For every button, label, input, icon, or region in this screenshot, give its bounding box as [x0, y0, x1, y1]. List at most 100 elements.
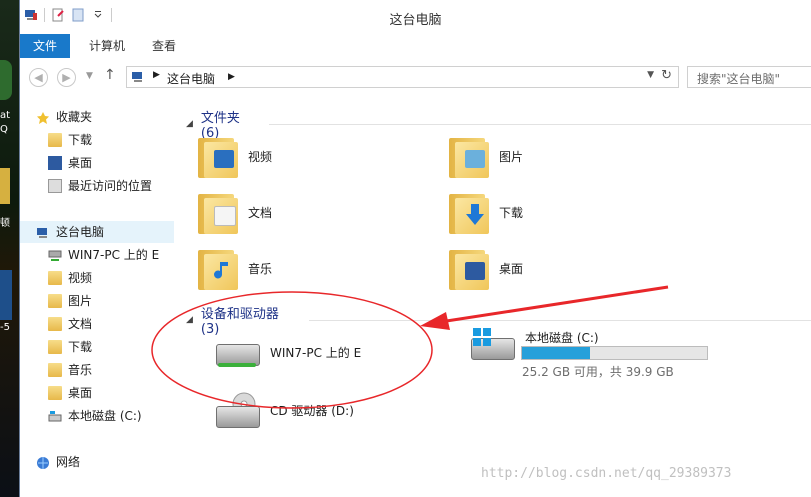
- desktop-folder-icon: [449, 246, 489, 290]
- folder-videos[interactable]: 视频: [198, 134, 272, 178]
- network-drive-label: WIN7-PC 上的 E: [270, 345, 362, 360]
- tab-file[interactable]: 文件: [20, 34, 71, 58]
- local-disk-icon: [469, 328, 515, 364]
- pictures-folder-icon: [449, 134, 489, 178]
- recent-locations-icon[interactable]: ▼: [86, 71, 93, 81]
- divider: [268, 123, 811, 125]
- divider: [308, 319, 811, 321]
- search-input[interactable]: 搜索"这台电脑": [687, 66, 811, 88]
- downloads-folder-icon: [48, 133, 62, 147]
- sidebar-item-downloads-pc[interactable]: 下载: [48, 336, 92, 358]
- disk-free-text: 25.2 GB 可用，共 39.9 GB: [522, 365, 674, 379]
- music-folder-icon: [48, 363, 62, 377]
- folder-label: 视频: [248, 149, 273, 164]
- sidebar-item-label: 下载: [68, 340, 93, 354]
- sidebar-item-music[interactable]: 音乐: [48, 359, 92, 381]
- cd-drive-icon: [214, 392, 260, 428]
- devices-header-label: 设备和驱动器 (3): [200, 307, 279, 337]
- folder-pictures[interactable]: 图片: [449, 134, 523, 178]
- sidebar-item-label: 网络: [56, 455, 81, 469]
- folder-desktop[interactable]: 桌面: [449, 246, 523, 290]
- forward-button[interactable]: ▶: [57, 68, 76, 87]
- desktop-text: Q: [0, 124, 8, 135]
- title-bar: 这台电脑: [20, 0, 811, 34]
- desktop-text: at: [0, 110, 11, 121]
- sidebar-item-recent[interactable]: 最近访问的位置: [48, 175, 152, 197]
- ribbon-tabs: 文件 计算机 查看: [20, 34, 811, 59]
- desktop-icon: [0, 168, 10, 204]
- sidebar-item-label: 文档: [68, 317, 93, 331]
- computer-icon: [131, 70, 147, 87]
- recent-places-icon: [48, 179, 62, 193]
- cd-drive-item[interactable]: CD 驱动器 (D:): [214, 392, 354, 428]
- folder-label: 桌面: [499, 261, 524, 276]
- chevron-right-icon[interactable]: ▶: [153, 70, 160, 80]
- downloads-folder-icon: [449, 190, 489, 234]
- navigation-bar: ◀ ▶ ▼ ↑ ▶ 这台电脑 ▶ ▼ ↻ 搜索"这台电脑": [20, 58, 811, 96]
- breadcrumb[interactable]: 这台电脑: [167, 70, 215, 87]
- navigation-pane: 收藏夹 下载 桌面 最近访问的位置 这台电脑 WIN7-PC 上的 E 视频 图…: [20, 96, 174, 497]
- sidebar-item-network[interactable]: 网络: [36, 451, 80, 473]
- music-folder-icon: [198, 246, 238, 290]
- back-button[interactable]: ◀: [29, 68, 48, 87]
- desktop-icon: [0, 60, 12, 100]
- desktop-text: -5: [0, 322, 10, 333]
- sidebar-item-label: 下载: [68, 133, 93, 147]
- refresh-icon[interactable]: ↻: [661, 68, 672, 83]
- sidebar-item-label: 视频: [68, 271, 93, 285]
- sidebar-item-label: 图片: [68, 294, 93, 308]
- local-disk-label: 本地磁盘 (C:): [525, 330, 599, 345]
- sidebar-item-label: 桌面: [68, 156, 93, 170]
- address-bar[interactable]: ▶ 这台电脑 ▶ ▼ ↻: [126, 66, 679, 88]
- chevron-right-icon[interactable]: ▶: [228, 72, 235, 82]
- sidebar-item-local-disk[interactable]: 本地磁盘 (C:): [48, 405, 142, 427]
- sidebar-item-label: 桌面: [68, 386, 93, 400]
- sidebar-item-downloads[interactable]: 下载: [48, 129, 92, 151]
- watermark: http://blog.csdn.net/qq_29389373: [481, 466, 732, 481]
- network-drive-item[interactable]: WIN7-PC 上的 E: [214, 334, 361, 370]
- sidebar-item-network-drive[interactable]: WIN7-PC 上的 E: [48, 244, 159, 266]
- collapse-icon[interactable]: ◢: [186, 119, 193, 129]
- computer-icon: [36, 225, 50, 239]
- sidebar-item-label: 收藏夹: [56, 110, 93, 124]
- desktop-strip: at Q 顿 -5: [0, 0, 19, 497]
- sidebar-item-label: 本地磁盘 (C:): [68, 409, 142, 423]
- sidebar-item-favorites[interactable]: 收藏夹: [36, 106, 92, 128]
- network-drive-icon: [214, 334, 260, 370]
- up-arrow-icon[interactable]: ↑: [104, 67, 116, 83]
- desktop-text: 顿: [0, 218, 10, 229]
- pictures-folder-icon: [48, 294, 62, 308]
- network-icon: [36, 455, 50, 469]
- star-icon: [36, 110, 50, 124]
- content-pane: ◢ 文件夹 (6) 视频 图片 文档 下载 音乐 桌面 ◢ 设备和驱动器 (3)…: [174, 96, 811, 497]
- videos-folder-icon: [198, 134, 238, 178]
- sidebar-item-desktop[interactable]: 桌面: [48, 152, 92, 174]
- folder-label: 下载: [499, 205, 524, 220]
- disk-usage-fill: [522, 347, 591, 359]
- desktop-icon: [0, 270, 12, 320]
- sidebar-item-pictures[interactable]: 图片: [48, 290, 92, 312]
- local-disk-icon: [48, 409, 62, 423]
- sidebar-item-desktop-pc[interactable]: 桌面: [48, 382, 92, 404]
- videos-folder-icon: [48, 271, 62, 285]
- sidebar-item-videos[interactable]: 视频: [48, 267, 92, 289]
- tab-computer[interactable]: 计算机: [76, 34, 138, 58]
- folder-music[interactable]: 音乐: [198, 246, 272, 290]
- network-drive-icon: [48, 248, 62, 262]
- sidebar-item-label: 这台电脑: [56, 225, 105, 239]
- folder-documents[interactable]: 文档: [198, 190, 272, 234]
- documents-folder-icon: [198, 190, 238, 234]
- tab-view[interactable]: 查看: [139, 34, 189, 58]
- disk-usage-bar: [521, 346, 708, 360]
- folder-label: 音乐: [248, 261, 273, 276]
- folder-label: 文档: [248, 205, 273, 220]
- sidebar-item-this-pc[interactable]: 这台电脑: [20, 221, 174, 243]
- desktop-folder-icon: [48, 386, 62, 400]
- window-title: 这台电脑: [389, 13, 442, 28]
- cd-drive-label: CD 驱动器 (D:): [270, 403, 354, 418]
- chevron-down-icon[interactable]: ▼: [647, 70, 654, 80]
- sidebar-item-documents[interactable]: 文档: [48, 313, 92, 335]
- folder-downloads[interactable]: 下载: [449, 190, 523, 234]
- collapse-icon[interactable]: ◢: [186, 315, 193, 325]
- sidebar-item-label: WIN7-PC 上的 E: [68, 248, 160, 262]
